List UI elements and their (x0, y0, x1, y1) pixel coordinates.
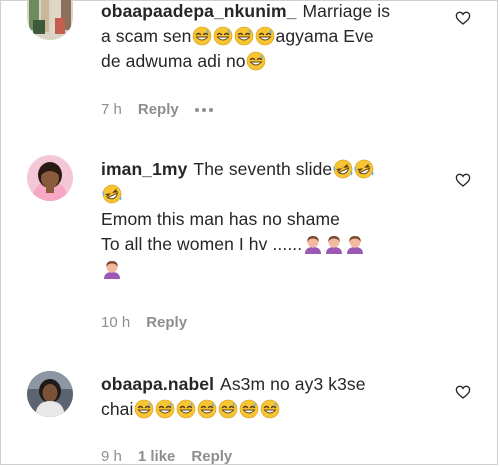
grinning-sweat-emoji (260, 399, 281, 419)
grinning-sweat-emoji (155, 399, 176, 419)
rofl-emoji (101, 184, 122, 204)
grinning-sweat-emoji (239, 399, 260, 419)
grinning-sweat-emoji (246, 51, 267, 71)
rofl-emoji (353, 159, 374, 179)
grinning-sweat-emoji (254, 26, 275, 46)
comment-text-line2: a scam sen (101, 26, 192, 46)
comment-text-line1: Marriage is (302, 1, 391, 21)
comment-time[interactable]: 7 h (101, 101, 122, 118)
comment-text: obaapaadepa_nkunim_ Marriage is a scam se… (101, 1, 441, 74)
grinning-sweat-emoji (191, 26, 212, 46)
comment-username[interactable]: iman_1my (101, 159, 187, 179)
woman-facepalming-emoji (302, 234, 323, 254)
comment-text-line1: The seventh slide (193, 159, 333, 179)
likes-count[interactable]: 1 like (138, 448, 176, 465)
heart-icon[interactable] (455, 172, 471, 188)
reply-button[interactable]: Reply (138, 101, 179, 118)
comment-text-line4: To all the women I hv ...... (101, 234, 303, 254)
comment-text-line1: As3m no ay3 k3se (220, 374, 366, 394)
comment-text-line3: Emom this man has no shame (101, 209, 340, 229)
comment-text-line2: chai (101, 399, 134, 419)
woman-facepalming-emoji (344, 234, 365, 254)
rofl-emoji (332, 159, 353, 179)
comment-time[interactable]: 10 h (101, 314, 130, 331)
comment-text-line2-suffix: agyama Eve (275, 26, 374, 46)
comment-time[interactable]: 9 h (101, 448, 122, 465)
reply-button[interactable]: Reply (146, 314, 187, 331)
woman-facepalming-emoji (101, 259, 122, 279)
comment-meta: 7 h Reply (101, 101, 213, 118)
grinning-sweat-emoji (212, 26, 233, 46)
avatar[interactable] (27, 155, 73, 201)
heart-icon[interactable] (455, 384, 471, 400)
woman-facepalming-emoji (323, 234, 344, 254)
grinning-sweat-emoji (218, 399, 239, 419)
grinning-sweat-emoji (176, 399, 197, 419)
grinning-sweat-emoji (233, 26, 254, 46)
comment-username[interactable]: obaapaadepa_nkunim_ (101, 1, 296, 21)
comment-text: iman_1my The seventh slide Emom this man … (101, 157, 441, 282)
more-dots-icon[interactable] (194, 107, 213, 112)
grinning-sweat-emoji (134, 399, 155, 419)
grinning-sweat-emoji (197, 399, 218, 419)
avatar[interactable] (27, 371, 73, 417)
comment-meta: 9 h 1 like Reply (101, 448, 232, 465)
comment-text: obaapa.nabel As3m no ay3 k3se chai (101, 372, 441, 422)
comment-username[interactable]: obaapa.nabel (101, 374, 214, 394)
reply-button[interactable]: Reply (191, 448, 232, 465)
comment-text-line3: de adwuma adi no (101, 51, 246, 71)
comment-meta: 10 h Reply (101, 314, 187, 331)
heart-icon[interactable] (455, 10, 471, 26)
